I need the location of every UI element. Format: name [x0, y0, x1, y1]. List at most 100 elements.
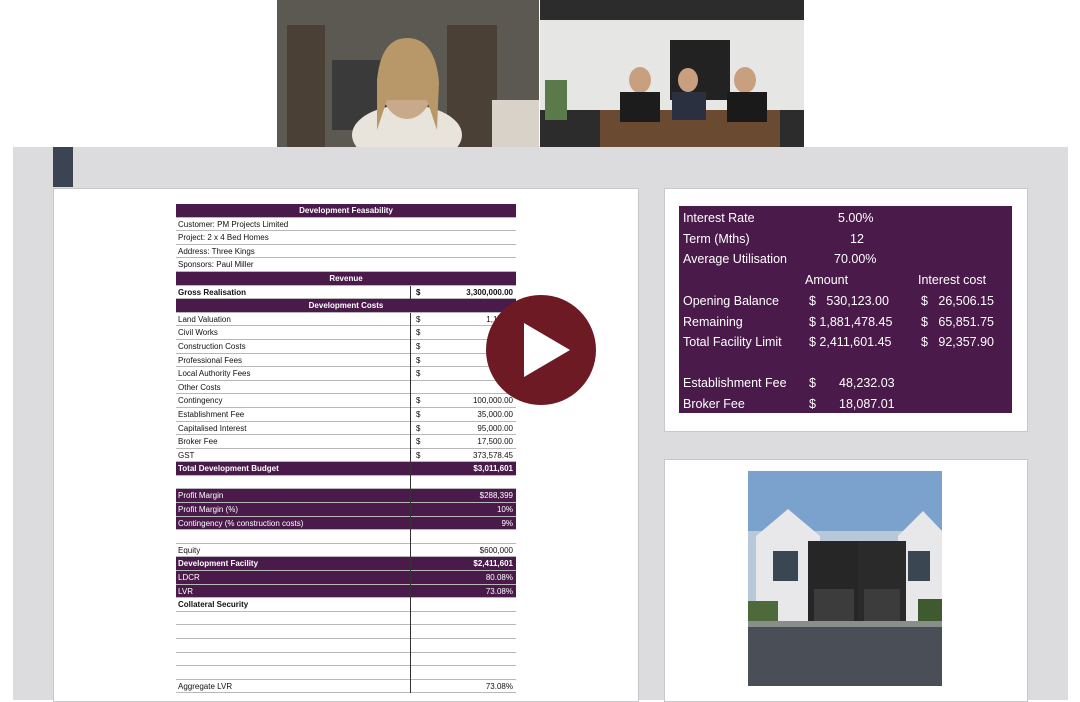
- info-row: Address: Three Kings: [176, 245, 516, 259]
- establishment-fee-value: 48,232.03: [839, 376, 895, 390]
- profit-row-value: 9%: [501, 518, 513, 528]
- column-divider: [410, 489, 411, 504]
- column-divider: [410, 652, 411, 667]
- profit-row-label: Profit Margin: [178, 491, 224, 501]
- establishment-fee-currency: $: [809, 376, 816, 390]
- play-icon: [524, 323, 570, 377]
- equity-value: $600,000: [479, 545, 513, 555]
- establishment-fee-label: Establishment Fee: [683, 376, 787, 390]
- cost-row: Local Authority Fees$67,4: [176, 367, 516, 381]
- aggregate-lvr-row: Aggregate LVR 73.08%: [176, 679, 516, 694]
- column-divider: [410, 639, 411, 653]
- currency-symbol: $: [416, 396, 421, 406]
- cost-row: Construction Costs$1,118: [176, 339, 516, 354]
- feasibility-table: Development Feasability Customer: PM Pro…: [176, 204, 516, 694]
- total-facility-amount: $ 2,411,601.45: [809, 335, 892, 349]
- slide-accent-bar: [53, 147, 73, 187]
- revenue-header: Revenue: [329, 273, 363, 283]
- customer-label: Customer: PM Projects Limited: [178, 219, 289, 229]
- equity-label: Equity: [178, 545, 201, 555]
- facility-row-value: $2,411,601: [473, 559, 513, 569]
- cost-row: Contingency $100,000.00: [176, 394, 516, 408]
- cost-row-label: Establishment Fee: [178, 409, 245, 419]
- interest-rate-value: 5.00%: [838, 211, 874, 225]
- profit-list: Profit Margin $288,399 Profit Margin (%) 10…: [176, 489, 516, 531]
- profit-row: Profit Margin (%) 10%: [176, 503, 516, 517]
- column-divider: [410, 598, 411, 612]
- currency-symbol: $: [416, 450, 421, 460]
- column-divider: [410, 312, 411, 327]
- total-budget-label: Total Development Budget: [178, 464, 279, 474]
- equity-row: Equity $600,000: [176, 543, 516, 558]
- facility-row-value: 80.08%: [485, 573, 513, 583]
- column-divider: [410, 326, 411, 340]
- video-tile-participant-1[interactable]: [277, 0, 539, 147]
- column-divider: [410, 285, 411, 300]
- profit-row-label: Contingency (% construction costs): [178, 518, 304, 528]
- column-divider: [410, 530, 411, 544]
- broker-fee-currency: $: [809, 397, 816, 411]
- profit-row: Contingency (% construction costs) 9%: [176, 516, 516, 531]
- amount-header: Amount: [805, 273, 849, 287]
- cost-row-value: 35,000.00: [477, 409, 513, 419]
- facility-row-value: 73.08%: [485, 586, 513, 596]
- profit-row: Profit Margin $288,399: [176, 489, 516, 504]
- column-divider: [410, 557, 411, 572]
- total-facility-cost: $ 92,357.90: [921, 335, 994, 349]
- gross-realisation-row: Gross Realisation $ 3,300,000.00: [176, 285, 516, 300]
- blank-row: [176, 639, 516, 653]
- blank-row: [176, 666, 516, 680]
- remaining-amount: $ 1,881,478.45: [809, 315, 893, 329]
- column-divider: [410, 448, 411, 463]
- facility-row-label: LVR: [178, 586, 193, 596]
- currency-symbol: $: [416, 409, 421, 419]
- blank-row: [176, 625, 516, 639]
- interest-cost-header: Interest cost: [918, 273, 987, 287]
- aggregate-lvr-value: 73.08%: [485, 681, 513, 691]
- blank-row: [176, 530, 516, 544]
- info-row: Project: 2 x 4 Bed Homes: [176, 231, 516, 245]
- video-tile-participant-group[interactable]: [540, 0, 804, 147]
- facility-row: Development Facility $2,411,601: [176, 557, 516, 572]
- cost-row-label: Land Valuation: [178, 314, 231, 324]
- table-title-row: Development Feasability: [176, 204, 516, 218]
- interest-table: Interest Rate 5.00% Term (Mths) 12 Avera…: [679, 206, 1012, 413]
- currency-symbol: $: [416, 369, 421, 379]
- cost-row-label: Local Authority Fees: [178, 369, 251, 379]
- column-divider: [410, 543, 411, 558]
- opening-balance-amount: $ 530,123.00: [809, 294, 889, 308]
- column-divider: [410, 421, 411, 436]
- gross-realisation-label: Gross Realisation: [178, 287, 247, 297]
- column-divider: [410, 503, 411, 517]
- total-facility-label: Total Facility Limit: [683, 335, 782, 349]
- gross-realisation-value: 3,300,000.00: [466, 287, 513, 297]
- column-divider: [410, 571, 411, 585]
- term-label: Term (Mths): [683, 232, 750, 246]
- cost-row: Professional Fees$75: [176, 353, 516, 368]
- column-divider: [410, 666, 411, 680]
- aggregate-lvr-label: Aggregate LVR: [178, 681, 233, 691]
- column-divider: [410, 367, 411, 381]
- term-value: 12: [850, 232, 864, 246]
- cost-row-label: Civil Works: [178, 328, 218, 338]
- total-budget-row: Total Development Budget $3,011,601: [176, 462, 516, 476]
- broker-fee-label: Broker Fee: [683, 397, 745, 411]
- cost-row-value: 95,000.00: [477, 423, 513, 433]
- opening-balance-label: Opening Balance: [683, 294, 779, 308]
- facility-row: LVR 73.08%: [176, 584, 516, 599]
- total-budget-value: $3,011,601: [473, 464, 513, 474]
- house-illustration: [748, 471, 942, 686]
- cost-row: Capitalised Interest $95,000.00: [176, 421, 516, 436]
- facility-list: Development Facility $2,411,601 LDCR 80.08%…: [176, 557, 516, 599]
- currency-symbol: $: [416, 328, 421, 338]
- broker-fee-value: 18,087.01: [839, 397, 895, 411]
- project-label: Project: 2 x 4 Bed Homes: [178, 233, 269, 243]
- column-divider: [410, 407, 411, 422]
- blank-row: [176, 611, 516, 626]
- cost-row-label: Professional Fees: [178, 355, 243, 365]
- collateral-row: Collateral Security: [176, 598, 516, 612]
- currency-symbol: $: [416, 437, 421, 447]
- costs-header-row: Development Costs: [176, 299, 516, 313]
- cost-row-value: 100,000.00: [472, 396, 513, 406]
- costs-header: Development Costs: [308, 301, 384, 311]
